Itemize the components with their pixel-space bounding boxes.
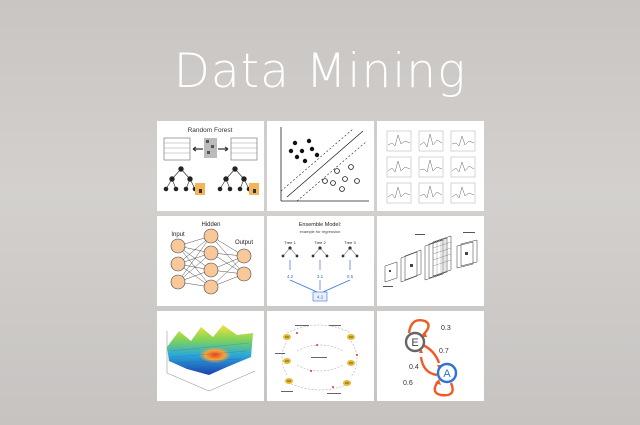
page-title: Data Mining — [173, 44, 467, 99]
markov-chain-image[interactable]: E A 0.3 0.7 0.4 0.6 — [377, 311, 484, 401]
nn-input-label: Input — [171, 232, 185, 238]
3d-surface-plot-image[interactable] — [157, 311, 264, 401]
line-plots-grid-image[interactable] — [377, 121, 484, 211]
bee-flow-diagram-image[interactable] — [267, 311, 374, 401]
nn-output-label: Output — [235, 240, 253, 246]
ensemble-tree-3: Tree 3 — [344, 240, 356, 245]
ensemble-model-image[interactable]: Ensemble Model: example for regression T… — [267, 216, 374, 306]
neural-network-image[interactable]: Input Hidden Output — [157, 216, 264, 306]
ensemble-tree-1: Tree 1 — [284, 240, 296, 245]
markov-prob-4: 0.6 — [403, 380, 413, 387]
svm-scatter-image[interactable] — [267, 121, 374, 211]
ensemble-subtitle: example for regression — [300, 229, 341, 234]
ensemble-result: 4.2 — [317, 295, 324, 300]
markov-prob-1: 0.3 — [441, 325, 451, 332]
ensemble-tree-2: Tree 2 — [314, 240, 326, 245]
ensemble-value-1: 4.2 — [287, 274, 294, 279]
markov-prob-3: 0.4 — [409, 364, 419, 371]
ensemble-title: Ensemble Model: — [299, 222, 342, 228]
ensemble-value-3: 0.5 — [347, 274, 354, 279]
nn-hidden-label: Hidden — [201, 222, 220, 228]
markov-prob-2: 0.7 — [439, 348, 449, 355]
cnn-diagram-image[interactable] — [377, 216, 484, 306]
markov-state-e: E — [411, 337, 418, 349]
random-forest-image[interactable]: Random Forest — [157, 121, 264, 211]
random-forest-caption: Random Forest — [188, 127, 233, 134]
markov-state-a: A — [443, 368, 451, 380]
ensemble-value-2: 3.1 — [317, 274, 324, 279]
